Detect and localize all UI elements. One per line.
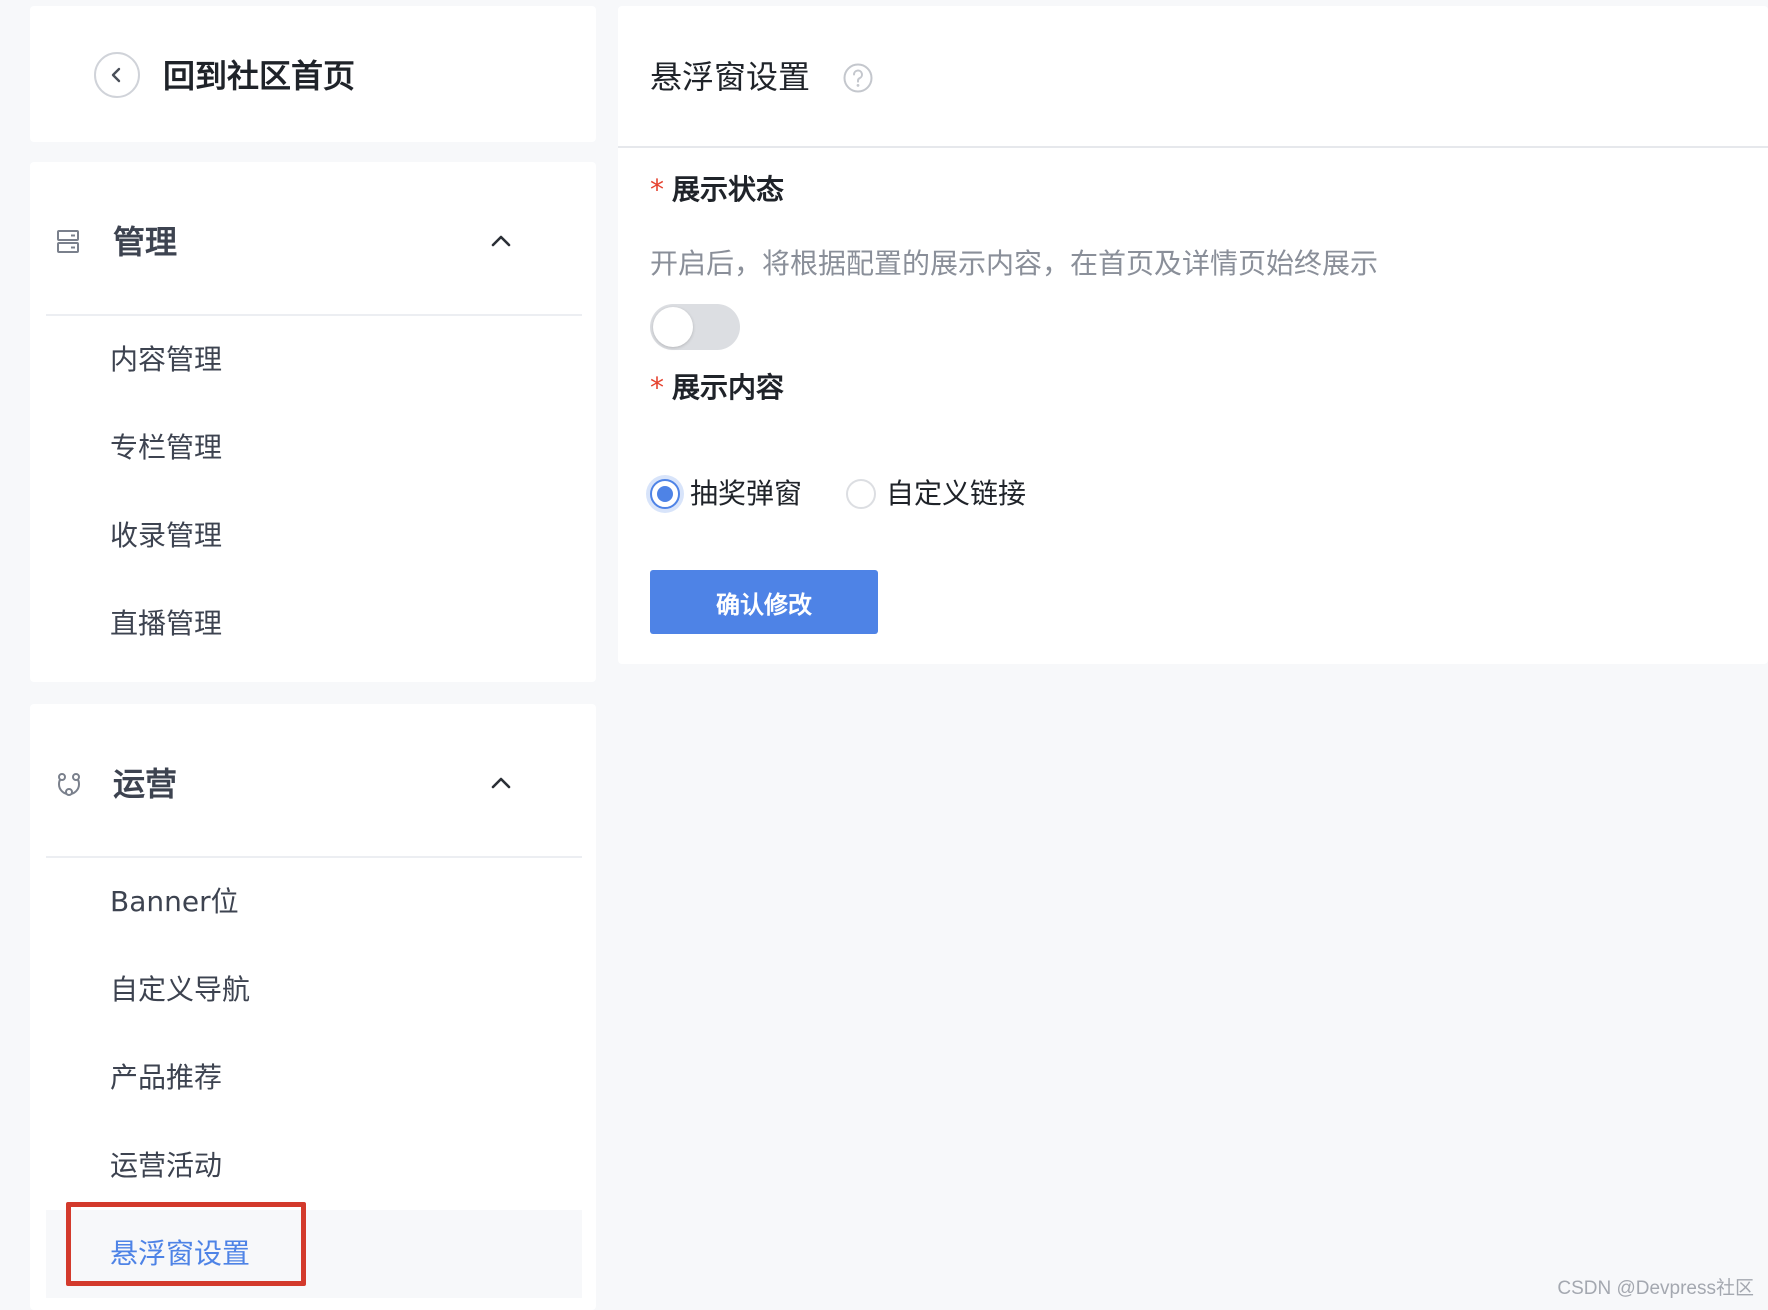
chevron-up-icon[interactable]	[488, 228, 514, 254]
server-icon	[57, 230, 79, 253]
sidebar-item-collection-management[interactable]: 收录管理	[30, 492, 596, 580]
manage-group-title: 管理	[113, 223, 178, 261]
operations-group-header[interactable]: 运营	[30, 704, 596, 856]
back-button[interactable]	[94, 52, 140, 98]
help-icon[interactable]	[842, 62, 874, 94]
back-to-home-link[interactable]: 回到社区首页	[163, 54, 355, 98]
manage-group: 管理 内容管理 专栏管理 收录管理 直播管理	[30, 162, 596, 682]
display-content-label: * 展示内容	[650, 368, 784, 408]
operations-menu: Banner位 自定义导航 产品推荐 运营活动 悬浮窗设置	[30, 858, 596, 1298]
back-card: 回到社区首页	[30, 6, 596, 142]
display-status-toggle[interactable]	[650, 304, 740, 350]
radio-lottery-popup[interactable]: 抽奖弹窗	[650, 474, 802, 514]
display-status-label: * 展示状态	[650, 170, 784, 210]
sidebar-item-banner[interactable]: Banner位	[30, 858, 596, 946]
radio-label: 自定义链接	[886, 477, 1027, 510]
sidebar-item-content-management[interactable]: 内容管理	[30, 316, 596, 404]
sidebar-item-live-management[interactable]: 直播管理	[30, 580, 596, 668]
operations-icon	[58, 773, 80, 796]
manage-menu: 内容管理 专栏管理 收录管理 直播管理	[30, 316, 596, 668]
main-panel: 悬浮窗设置 * 展示状态 开启后，将根据配置的展示内容，在首页及详情页始终展示 *…	[618, 6, 1768, 664]
operations-group: 运营 Banner位 自定义导航 产品推荐 运营活动 悬浮窗设置	[30, 704, 596, 1310]
sidebar-item-column-management[interactable]: 专栏管理	[30, 404, 596, 492]
radio-circle-checked	[650, 479, 680, 509]
toggle-knob	[653, 307, 693, 347]
page-title: 悬浮窗设置	[650, 58, 811, 96]
operations-group-title: 运营	[113, 765, 178, 803]
radio-custom-link[interactable]: 自定义链接	[846, 474, 1026, 514]
display-status-label-text: 展示状态	[672, 173, 785, 206]
required-mark: *	[650, 371, 664, 404]
header-divider	[618, 146, 1768, 148]
sidebar-item-floating-window[interactable]: 悬浮窗设置	[46, 1210, 582, 1298]
manage-group-header[interactable]: 管理	[30, 162, 596, 314]
display-status-description: 开启后，将根据配置的展示内容，在首页及详情页始终展示	[650, 247, 1379, 280]
sidebar-item-custom-nav[interactable]: 自定义导航	[30, 946, 596, 1034]
radio-circle-unchecked	[846, 479, 876, 509]
required-mark: *	[650, 173, 664, 206]
watermark: CSDN @Devpress社区	[1557, 1278, 1754, 1299]
display-content-label-text: 展示内容	[672, 371, 785, 404]
radio-label: 抽奖弹窗	[690, 477, 803, 510]
chevron-up-icon[interactable]	[488, 770, 514, 796]
chevron-left-icon	[111, 67, 121, 83]
sidebar-item-operation-activity[interactable]: 运营活动	[30, 1122, 596, 1210]
confirm-button[interactable]: 确认修改	[650, 570, 878, 634]
sidebar-item-product-recommend[interactable]: 产品推荐	[30, 1034, 596, 1122]
